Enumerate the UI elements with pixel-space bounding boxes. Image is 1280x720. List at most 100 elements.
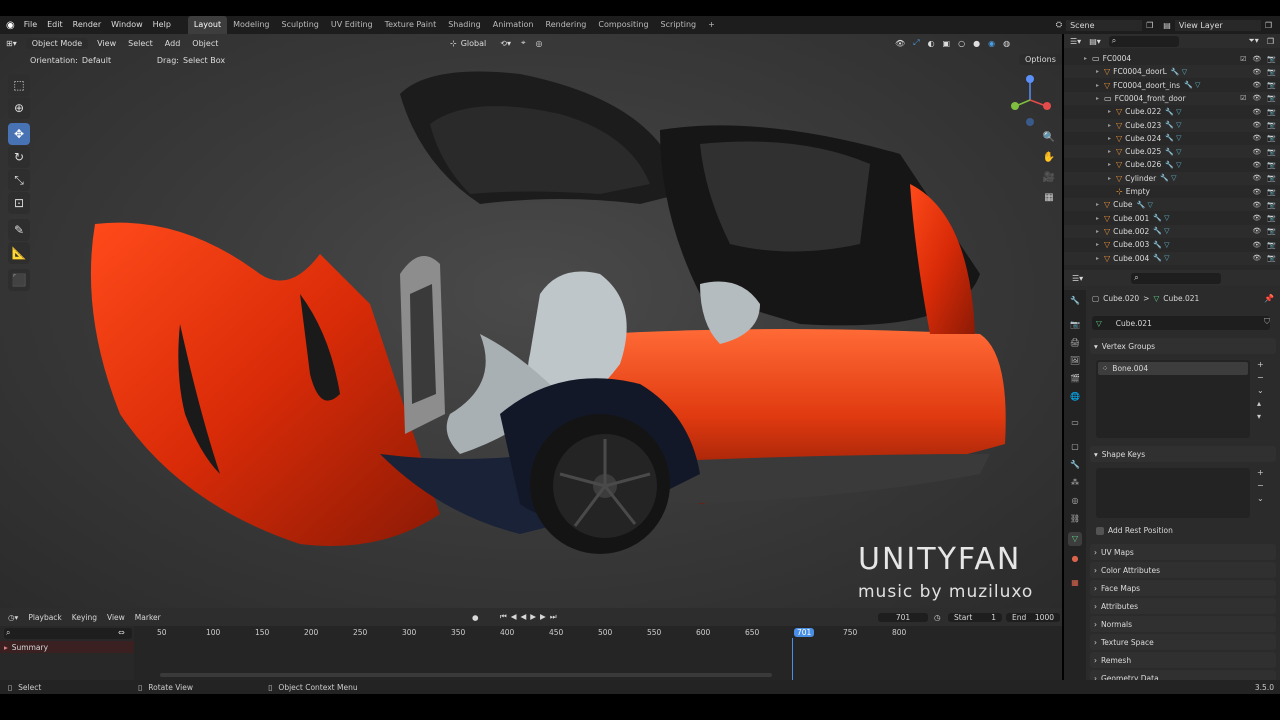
- camera-render-icon[interactable]: 📷: [1267, 108, 1276, 116]
- eye-icon[interactable]: 👁: [1252, 108, 1261, 116]
- fake-user-shield-icon[interactable]: ⛉: [1264, 317, 1270, 327]
- shape-key-specials-icon[interactable]: ⌄: [1257, 494, 1264, 503]
- camera-render-icon[interactable]: 📷: [1267, 55, 1276, 63]
- list-item[interactable]: ⁘ Bone.004: [1098, 362, 1248, 375]
- add-menu[interactable]: Add: [165, 39, 181, 48]
- panel-header-collapsed[interactable]: › Remesh: [1090, 652, 1276, 668]
- outliner-row[interactable]: ▸ ▽ Cube.025 🔧 ▽ 👁 📷: [1064, 145, 1280, 159]
- remove-vertex-group-icon[interactable]: −: [1257, 373, 1264, 382]
- outliner-row[interactable]: ▸ ▭ FC0004_front_door ☑ 👁 📷: [1064, 91, 1280, 105]
- orientation-dropdown[interactable]: Default: [82, 56, 137, 65]
- summary-channel[interactable]: ▸ Summary: [0, 641, 134, 653]
- particles-tab-icon[interactable]: ⁂: [1068, 476, 1082, 490]
- eye-icon[interactable]: 👁: [1252, 201, 1261, 209]
- end-frame-field[interactable]: End 1000: [1006, 612, 1060, 622]
- overlay-icon[interactable]: ◐: [928, 39, 935, 48]
- tab-layout[interactable]: Layout: [187, 16, 228, 34]
- tab-scripting[interactable]: Scripting: [655, 16, 703, 34]
- current-frame-marker[interactable]: 701: [794, 628, 815, 637]
- expand-triangle-icon[interactable]: ▸: [1108, 175, 1116, 182]
- visibility-toggles[interactable]: 👁 📷: [1252, 108, 1276, 116]
- rendered-shading-icon[interactable]: ◍: [1003, 39, 1010, 48]
- shape-keys-header[interactable]: ▾ Shape Keys: [1090, 446, 1276, 462]
- material-tab-icon[interactable]: ●: [1068, 552, 1082, 566]
- camera-view-icon[interactable]: 🎥: [1040, 168, 1058, 186]
- expand-triangle-icon[interactable]: ▸: [1084, 55, 1092, 62]
- camera-render-icon[interactable]: 📷: [1267, 201, 1276, 209]
- menu-edit[interactable]: Edit: [42, 16, 68, 34]
- cursor-tool-icon[interactable]: ⊕: [8, 97, 30, 119]
- eye-icon[interactable]: 👁: [1252, 254, 1261, 262]
- checkbox-icon[interactable]: ☑: [1240, 55, 1246, 63]
- playback-controls[interactable]: ⏮◀◀▶▶⏭: [500, 612, 561, 622]
- outliner-row[interactable]: ▸ ▽ Cube.026 🔧 ▽ 👁 📷: [1064, 158, 1280, 171]
- material-shading-icon[interactable]: ◉: [988, 39, 995, 48]
- wireframe-shading-icon[interactable]: ○: [958, 39, 965, 48]
- eye-icon[interactable]: 👁: [1252, 68, 1261, 76]
- add-vertex-group-icon[interactable]: +: [1257, 360, 1264, 369]
- snap-icon[interactable]: ⌖: [521, 38, 526, 48]
- new-scene-icon[interactable]: ❐: [1146, 21, 1153, 30]
- measure-tool-icon[interactable]: 📐: [8, 242, 30, 264]
- camera-render-icon[interactable]: 📷: [1267, 227, 1276, 235]
- panel-header-collapsed[interactable]: › UV Maps: [1090, 544, 1276, 560]
- outliner-row[interactable]: ▸ ▽ Cube.002 🔧 ▽ 👁 📷: [1064, 224, 1280, 238]
- vertex-groups-header[interactable]: ▾ Vertex Groups: [1090, 338, 1276, 354]
- view-layer-selector[interactable]: View Layer: [1174, 19, 1261, 31]
- constraints-tab-icon[interactable]: ⛓: [1068, 512, 1082, 526]
- tab-shading[interactable]: Shading: [442, 16, 487, 34]
- select-box-tool-icon[interactable]: ⬚: [8, 74, 30, 96]
- tab-sculpting[interactable]: Sculpting: [276, 16, 325, 34]
- pan-hand-icon[interactable]: ✋: [1040, 148, 1058, 166]
- eye-icon[interactable]: 👁: [1252, 148, 1261, 156]
- outliner-editor-icon[interactable]: ☰▾: [1070, 37, 1081, 46]
- visibility-toggles[interactable]: 👁 📷: [1252, 81, 1276, 89]
- scene-selector[interactable]: Scene: [1066, 19, 1143, 31]
- expand-triangle-icon[interactable]: ▸: [1108, 135, 1116, 142]
- camera-render-icon[interactable]: 📷: [1267, 148, 1276, 156]
- visibility-toggles[interactable]: 👁 📷: [1252, 134, 1276, 142]
- properties-editor-icon[interactable]: ☰▾: [1072, 274, 1083, 283]
- outliner-row[interactable]: ▸ ▽ Cube.024 🔧 ▽ 👁 📷: [1064, 132, 1280, 145]
- eye-icon[interactable]: 👁: [1252, 174, 1261, 182]
- camera-render-icon[interactable]: 📷: [1267, 94, 1276, 102]
- tab-texture-paint[interactable]: Texture Paint: [379, 16, 443, 34]
- marker-menu[interactable]: Marker: [135, 613, 161, 622]
- rotate-tool-icon[interactable]: ↻: [8, 146, 30, 168]
- outliner-row[interactable]: ▸ ▽ Cube 🔧 ▽ 👁 📷: [1064, 198, 1280, 212]
- camera-render-icon[interactable]: 📷: [1267, 241, 1276, 249]
- expand-triangle-icon[interactable]: ▸: [1096, 255, 1104, 262]
- drag-dropdown[interactable]: Select Box: [183, 56, 225, 65]
- panel-header-collapsed[interactable]: › Texture Space: [1090, 634, 1276, 650]
- visibility-toggles[interactable]: 👁 📷: [1252, 148, 1276, 156]
- eye-icon[interactable]: 👁: [1252, 188, 1261, 196]
- transform-orientation-dropdown[interactable]: Global: [461, 39, 487, 48]
- current-frame-field[interactable]: 701: [878, 612, 928, 622]
- eye-icon[interactable]: 👁: [1252, 55, 1261, 63]
- tab-modeling[interactable]: Modeling: [227, 16, 275, 34]
- properties-search-field[interactable]: ⌕: [1131, 272, 1222, 284]
- mode-dropdown[interactable]: Object Mode: [25, 37, 89, 49]
- world-tab-icon[interactable]: 🌐: [1068, 390, 1082, 404]
- scale-tool-icon[interactable]: ⤡: [8, 169, 30, 191]
- gizmo-icon[interactable]: ⤢: [913, 38, 919, 48]
- add-shape-key-icon[interactable]: +: [1257, 468, 1264, 477]
- solid-shading-icon[interactable]: ●: [973, 39, 980, 48]
- visibility-toggles[interactable]: 👁 📷: [1252, 227, 1276, 235]
- outliner-row[interactable]: ▸ ▽ FC0004_doorL 🔧 ▽ 👁 📷: [1064, 65, 1280, 79]
- visibility-toggles[interactable]: ☑ 👁 📷: [1240, 55, 1276, 63]
- checkbox-icon[interactable]: ☑: [1240, 94, 1246, 102]
- scene-tab-icon[interactable]: 🎬: [1068, 372, 1082, 386]
- outliner-row[interactable]: ▸ ▽ Cube.004 🔧 ▽ 👁 📷: [1064, 251, 1280, 265]
- expand-triangle-icon[interactable]: ▸: [1108, 161, 1116, 168]
- display-mode-icon[interactable]: ▤▾: [1089, 37, 1101, 46]
- proportional-edit-icon[interactable]: ◎: [535, 39, 542, 48]
- visibility-toggles[interactable]: 👁 📷: [1252, 214, 1276, 222]
- timeline-scrollbar[interactable]: [160, 673, 772, 677]
- tab-compositing[interactable]: Compositing: [592, 16, 654, 34]
- expand-triangle-icon[interactable]: ▸: [1096, 228, 1104, 235]
- menu-file[interactable]: File: [19, 16, 42, 34]
- clock-icon[interactable]: ◷: [934, 613, 941, 622]
- new-collection-icon[interactable]: ❐: [1267, 37, 1274, 46]
- camera-render-icon[interactable]: 📷: [1267, 134, 1276, 142]
